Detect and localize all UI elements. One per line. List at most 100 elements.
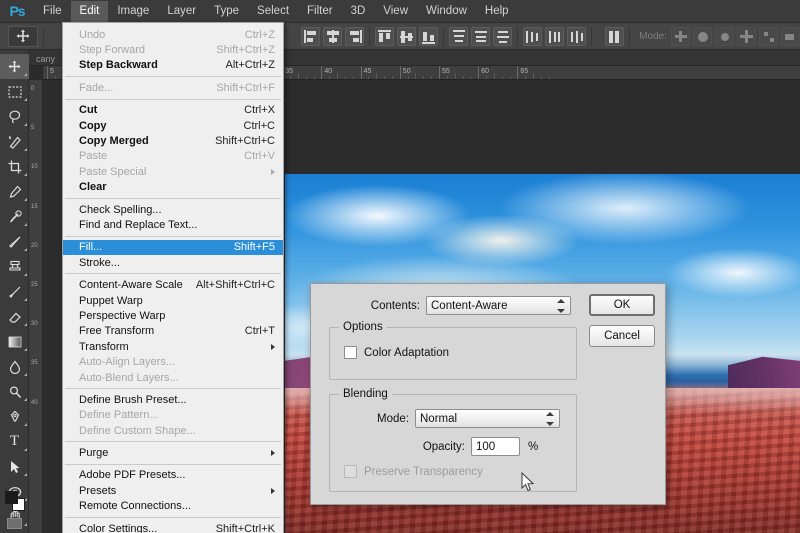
menu-separator — [65, 463, 281, 465]
menu-item-define-brush-preset[interactable]: Define Brush Preset... — [63, 392, 283, 407]
menu-view[interactable]: View — [374, 1, 417, 22]
mode-select[interactable]: Normal — [415, 409, 560, 428]
menu-item-label: Auto-Align Layers... — [79, 356, 175, 369]
mouse-cursor — [521, 472, 535, 492]
ok-button[interactable]: OK — [589, 294, 655, 316]
foreground-background-color-swatch[interactable] — [5, 491, 25, 511]
menu-item-step-backward[interactable]: Step Backward Alt+Ctrl+Z — [63, 58, 283, 73]
3d-mode-scale-icon[interactable] — [758, 26, 778, 46]
cancel-button[interactable]: Cancel — [589, 325, 655, 347]
eyedropper-tool[interactable] — [0, 179, 29, 204]
menu-item-copy-merged[interactable]: Copy Merged Shift+Ctrl+C — [63, 133, 283, 148]
3d-mode-rotate-icon[interactable] — [670, 26, 690, 46]
mode-label: Mode: — [639, 30, 667, 42]
menu-item-presets[interactable]: Presets — [63, 483, 283, 498]
ruler-minor-tick — [376, 73, 378, 79]
edit-menu-dropdown[interactable]: Undo Ctrl+Z Step Forward Shift+Ctrl+Z Step B… — [62, 22, 284, 533]
menu-item-stroke[interactable]: Stroke... — [63, 255, 283, 270]
options-separator-2 — [369, 26, 371, 46]
menu-item-fill[interactable]: Fill... Shift+F5 — [63, 239, 283, 256]
foreground-color-swatch[interactable] — [5, 491, 18, 504]
3d-camera-icon[interactable] — [780, 26, 800, 46]
distribute-bottom-edges-icon[interactable] — [493, 26, 513, 46]
path-selection-tool[interactable] — [0, 454, 29, 479]
align-top-edges-icon[interactable] — [375, 26, 395, 46]
ruler-tick-label: 0 — [31, 86, 35, 92]
crop-tool[interactable] — [0, 154, 29, 179]
menu-item-label: Stroke... — [79, 256, 120, 269]
history-brush-tool[interactable] — [0, 279, 29, 304]
distribute-horizontal-centers-icon[interactable] — [545, 26, 565, 46]
distribute-left-edges-icon[interactable] — [523, 26, 543, 46]
menu-item-remote-connections[interactable]: Remote Connections... — [63, 499, 283, 514]
color-adaptation-label: Color Adaptation — [364, 346, 450, 359]
menu-item-label: Paste — [79, 150, 108, 163]
menu-edit[interactable]: Edit — [70, 0, 109, 22]
align-group-2 — [375, 26, 439, 46]
menu-item-cut[interactable]: Cut Ctrl+X — [63, 103, 283, 118]
3d-mode-drag-icon[interactable] — [714, 26, 734, 46]
color-adaptation-checkbox[interactable] — [344, 346, 357, 359]
pen-tool[interactable] — [0, 404, 29, 429]
rectangular-marquee-tool[interactable] — [0, 79, 29, 104]
move-tool[interactable] — [0, 54, 29, 79]
move-tool-icon[interactable] — [8, 25, 38, 47]
align-bottom-edges-icon[interactable] — [419, 26, 439, 46]
menu-type[interactable]: Type — [205, 1, 248, 22]
eraser-tool[interactable] — [0, 304, 29, 329]
vertical-ruler[interactable]: 0 5 10 15 20 25 30 35 40 — [29, 80, 43, 533]
menu-item-free-transform[interactable]: Free Transform Ctrl+T — [63, 324, 283, 339]
menu-item-adobe-pdf-presets[interactable]: Adobe PDF Presets... — [63, 468, 283, 483]
menu-item-color-settings[interactable]: Color Settings... Shift+Ctrl+K — [63, 521, 283, 533]
align-right-edges-icon[interactable] — [345, 26, 365, 46]
spot-healing-brush-tool[interactable] — [0, 204, 29, 229]
menu-layer[interactable]: Layer — [158, 1, 205, 22]
brush-tool[interactable] — [0, 229, 29, 254]
chevron-updown-icon — [556, 299, 565, 313]
3d-mode-roll-icon[interactable] — [692, 26, 712, 46]
menu-item-content-aware-scale[interactable]: Content-Aware Scale Alt+Shift+Ctrl+C — [63, 277, 283, 292]
gradient-tool[interactable] — [0, 329, 29, 354]
menu-window[interactable]: Window — [417, 1, 476, 22]
menu-help[interactable]: Help — [476, 1, 518, 22]
menu-separator — [65, 197, 281, 199]
menu-item-transform[interactable]: Transform — [63, 339, 283, 354]
menu-item-puppet-warp[interactable]: Puppet Warp — [63, 293, 283, 308]
menu-item-purge[interactable]: Purge — [63, 445, 283, 460]
align-horizontal-centers-icon[interactable] — [323, 26, 343, 46]
menu-item-check-spelling[interactable]: Check Spelling... — [63, 202, 283, 217]
menu-item-shortcut: Ctrl+C — [243, 119, 275, 132]
distribute-vertical-centers-icon[interactable] — [471, 26, 491, 46]
align-vertical-centers-icon[interactable] — [397, 26, 417, 46]
blur-tool[interactable] — [0, 354, 29, 379]
align-left-edges-icon[interactable] — [301, 26, 321, 46]
horizontal-type-tool[interactable]: T — [0, 429, 29, 454]
menu-item-perspective-warp[interactable]: Perspective Warp — [63, 308, 283, 323]
auto-align-layers-icon[interactable] — [605, 26, 625, 46]
quick-selection-tool[interactable] — [0, 129, 29, 154]
menu-file[interactable]: File — [34, 1, 71, 22]
opacity-input[interactable]: 100 — [471, 437, 520, 456]
menu-item-find-and-replace-text[interactable]: Find and Replace Text... — [63, 217, 283, 232]
menu-item-clear[interactable]: Clear — [63, 180, 283, 195]
menu-3d[interactable]: 3D — [342, 1, 375, 22]
clone-stamp-tool[interactable] — [0, 254, 29, 279]
lasso-tool[interactable] — [0, 104, 29, 129]
distribute-right-edges-icon[interactable] — [567, 26, 587, 46]
menu-separator — [65, 98, 281, 100]
fill-dialog[interactable]: Contents: Content-Aware Options Color Ad… — [310, 283, 666, 505]
contents-select[interactable]: Content-Aware — [426, 296, 571, 315]
3d-mode-slide-icon[interactable] — [736, 26, 756, 46]
menu-item-copy[interactable]: Copy Ctrl+C — [63, 118, 283, 133]
menu-item-label: Undo — [79, 28, 106, 41]
dodge-tool[interactable] — [0, 379, 29, 404]
menu-image[interactable]: Image — [108, 1, 158, 22]
distribute-group-vertical — [449, 26, 513, 46]
quick-mask-toggle[interactable] — [7, 518, 22, 529]
zoom-tool[interactable] — [0, 529, 29, 533]
menu-filter[interactable]: Filter — [298, 1, 342, 22]
menu-item-shortcut: Ctrl+V — [244, 150, 275, 163]
menu-item-shortcut: Ctrl+T — [244, 325, 275, 338]
distribute-top-edges-icon[interactable] — [449, 26, 469, 46]
menu-select[interactable]: Select — [248, 1, 298, 22]
